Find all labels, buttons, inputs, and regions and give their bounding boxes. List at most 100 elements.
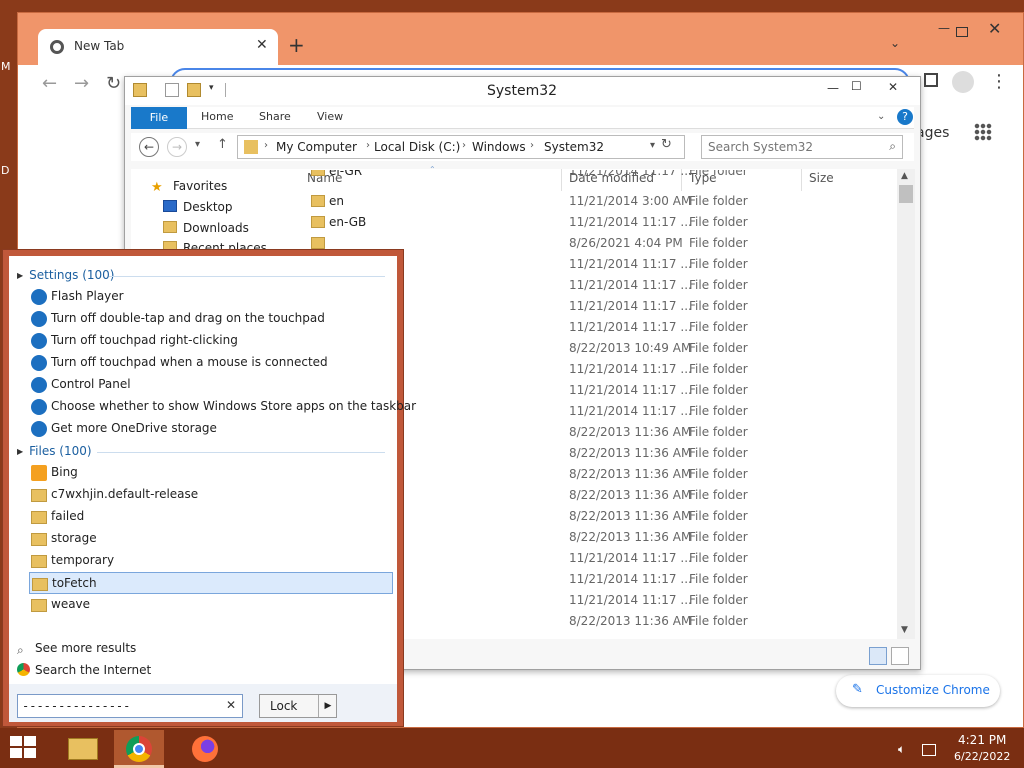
expand-ribbon-icon[interactable]: ⌄	[877, 111, 885, 122]
file-result-item[interactable]: temporary	[29, 550, 393, 572]
windows-start-icon[interactable]	[10, 736, 38, 760]
file-date: 8/22/2013 11:36 AM	[569, 488, 692, 502]
file-type: File folder	[689, 236, 748, 250]
clear-icon[interactable]: ✕	[226, 698, 236, 712]
details-view-icon[interactable]	[869, 647, 887, 665]
settings-result-item[interactable]: Choose whether to show Windows Store app…	[29, 396, 416, 418]
file-result-item[interactable]: storage	[29, 528, 393, 550]
minimize-icon[interactable]: —	[938, 21, 952, 35]
profile-avatar-icon[interactable]	[952, 71, 974, 93]
address-bar[interactable]: › My Computer › Local Disk (C:) › Window…	[237, 135, 685, 159]
taskbar-file-explorer[interactable]	[58, 730, 108, 768]
settings-result-item[interactable]: Control Panel	[29, 374, 393, 396]
vertical-scrollbar[interactable]: ▲ ▼	[897, 169, 915, 639]
settings-result-item[interactable]: Get more OneDrive storage	[29, 418, 393, 440]
menu-kebab-icon[interactable]: ⋮	[990, 71, 1008, 92]
taskbar-chrome[interactable]	[114, 730, 164, 768]
maximize-icon[interactable]	[956, 27, 968, 37]
scrollbar-thumb[interactable]	[899, 185, 913, 203]
help-icon[interactable]: ?	[897, 109, 913, 125]
refresh-icon[interactable]: ↻	[661, 137, 672, 152]
address-dropdown-icon[interactable]: ▾	[650, 140, 655, 151]
file-type: File folder	[689, 530, 748, 544]
side-panel-icon[interactable]	[924, 73, 938, 87]
file-type: File folder	[689, 278, 748, 292]
clock-time[interactable]: 4:21 PM	[958, 733, 1006, 747]
settings-result-item[interactable]: Turn off double-tap and drag on the touc…	[29, 308, 393, 330]
close-icon[interactable]: ✕	[988, 19, 1001, 38]
chrome-favicon-icon	[50, 40, 64, 54]
back-icon[interactable]: ←	[139, 137, 159, 157]
up-icon[interactable]: ↑	[217, 137, 228, 152]
file-result-item[interactable]: Bing	[29, 462, 393, 484]
images-link[interactable]: ages	[916, 125, 949, 141]
customize-chrome-button[interactable]: ✎ Customize Chrome	[836, 675, 1000, 707]
table-row[interactable]: el-GR 11/21/2014 11:17 ... File folder	[301, 170, 901, 182]
new-folder-icon[interactable]	[187, 83, 201, 97]
breadcrumb-local-disk[interactable]: Local Disk (C:)	[374, 140, 460, 154]
file-type: File folder	[689, 320, 748, 334]
tab-new-tab[interactable]: New Tab ✕	[38, 29, 278, 65]
file-type: File folder	[689, 572, 748, 586]
search-field[interactable]: ✕	[17, 694, 243, 718]
back-icon[interactable]: ←	[42, 73, 57, 94]
file-date: 8/22/2013 11:36 AM	[569, 530, 692, 544]
search-internet-link[interactable]: Search the Internet	[17, 663, 151, 677]
see-more-results-link[interactable]: ⌕ See more results	[17, 641, 136, 657]
settings-result-item[interactable]: Turn off touchpad right-clicking	[29, 330, 393, 352]
maximize-icon[interactable]: ☐	[851, 79, 862, 93]
close-icon[interactable]: ✕	[869, 77, 917, 97]
tab-title: New Tab	[74, 39, 125, 53]
power-options-arrow-icon[interactable]: ▶	[318, 695, 337, 717]
google-apps-icon[interactable]	[974, 123, 992, 141]
table-row[interactable]: en-GB 11/21/2014 11:17 ... File folder	[301, 212, 901, 233]
clock-date[interactable]: 6/22/2022	[954, 750, 1010, 763]
settings-result-item[interactable]: Turn off touchpad when a mouse is connec…	[29, 352, 393, 374]
group-header-files[interactable]: ▶ Files (100)	[17, 444, 92, 458]
taskbar-firefox[interactable]	[180, 730, 230, 768]
recent-locations-icon[interactable]: ▾	[195, 139, 200, 150]
file-type: File folder	[689, 362, 748, 376]
tab-home[interactable]: Home	[201, 110, 233, 123]
tab-share[interactable]: Share	[259, 110, 291, 123]
nav-item-favorites[interactable]: ★ Favorites	[151, 179, 227, 195]
group-divider	[109, 276, 385, 277]
forward-icon[interactable]: →	[74, 73, 89, 94]
speaker-muted-icon[interactable]: 🔈︎	[898, 742, 905, 757]
breadcrumb-system32[interactable]: System32	[544, 140, 604, 154]
group-header-settings[interactable]: ▶ Settings (100)	[17, 268, 114, 282]
tab-view[interactable]: View	[317, 110, 343, 123]
large-icons-view-icon[interactable]	[891, 647, 909, 665]
new-tab-icon[interactable]: +	[288, 33, 305, 57]
nav-item-desktop[interactable]: Desktop	[163, 200, 233, 214]
nav-item-downloads[interactable]: Downloads	[163, 221, 249, 235]
tab-file[interactable]: File	[131, 107, 187, 129]
file-date: 8/22/2013 11:36 AM	[569, 446, 692, 460]
result-label: Bing	[51, 465, 78, 479]
minimize-icon[interactable]: —	[827, 81, 839, 95]
quick-access-dropdown-icon[interactable]: ▾	[209, 83, 214, 93]
file-result-item[interactable]: toFetch	[29, 572, 393, 594]
reload-icon[interactable]: ↻	[106, 73, 121, 94]
lock-button[interactable]: Lock ▶	[259, 694, 337, 718]
breadcrumb-my-computer[interactable]: My Computer	[276, 140, 357, 154]
file-result-item[interactable]: c7wxhjin.default-release	[29, 484, 393, 506]
search-box[interactable]: ⌕	[701, 135, 903, 159]
search-input[interactable]	[708, 137, 878, 157]
scroll-down-icon[interactable]: ▼	[901, 625, 908, 635]
gear-icon	[31, 355, 47, 371]
forward-icon[interactable]: →	[167, 137, 187, 157]
tab-close-icon[interactable]: ✕	[256, 37, 268, 53]
tab-search-chevron-icon[interactable]: ⌄	[890, 36, 900, 50]
file-result-item[interactable]: weave	[29, 594, 393, 616]
scroll-up-icon[interactable]: ▲	[901, 171, 908, 181]
properties-icon[interactable]	[165, 83, 179, 97]
bing-icon	[31, 465, 47, 481]
file-result-item[interactable]: failed	[29, 506, 393, 528]
table-row[interactable]: en 11/21/2014 3:00 AM File folder	[301, 191, 901, 212]
breadcrumb-windows[interactable]: Windows	[472, 140, 526, 154]
network-icon[interactable]	[922, 744, 936, 756]
settings-result-item[interactable]: Flash Player	[29, 286, 393, 308]
desktop-icon-label: D	[1, 164, 10, 177]
search-input[interactable]	[22, 696, 218, 716]
